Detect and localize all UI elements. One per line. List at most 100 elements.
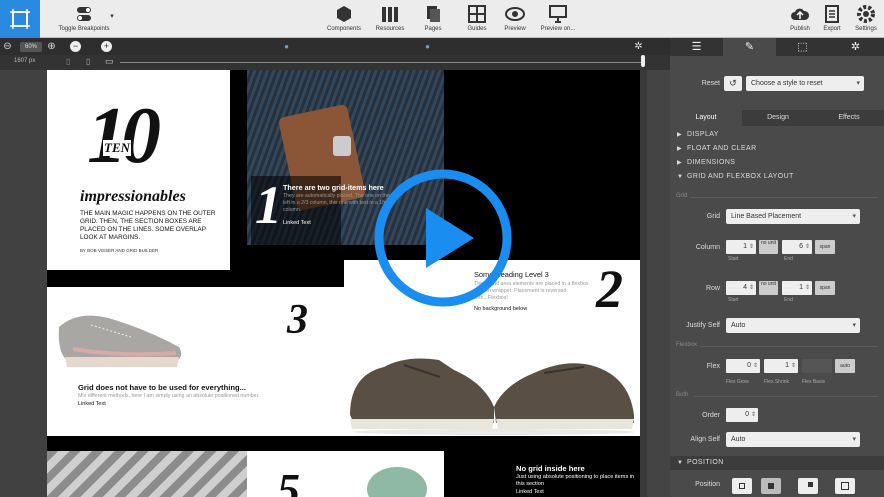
remove-breakpoint-icon[interactable]: − xyxy=(70,41,81,52)
striped-photo-panel[interactable] xyxy=(47,451,247,497)
settings-button[interactable]: Settings xyxy=(852,3,880,37)
play-video-icon[interactable] xyxy=(373,168,513,308)
tab-assets[interactable]: ⬚ xyxy=(776,38,829,56)
zoom-out-icon[interactable]: ⊖ xyxy=(2,41,13,52)
app-logo-button[interactable] xyxy=(0,0,40,38)
position-relative-button[interactable] xyxy=(761,478,781,494)
column-label: Column xyxy=(695,244,720,251)
design-canvas[interactable]: 10 TEN impressionables THE MAIN MAGIC HA… xyxy=(47,70,640,497)
position-static-icon xyxy=(739,483,745,489)
pink-shoe-image xyxy=(58,315,182,367)
position-absolute-button[interactable] xyxy=(798,478,818,494)
flex-grow-caption: Flex Grow xyxy=(726,379,749,385)
grid-header: Grid xyxy=(676,193,688,199)
big-number-10: 10 xyxy=(87,92,161,180)
row-end-input[interactable]: 1 xyxy=(782,281,812,295)
grid-items-link[interactable]: Linked Text xyxy=(283,220,311,226)
divider xyxy=(694,396,878,397)
tab-navigator[interactable]: ☰ xyxy=(670,38,723,56)
breakpoint-settings-icon[interactable]: ✲ xyxy=(633,41,644,52)
big-number-3: 3 xyxy=(287,297,308,343)
section-grid-flexbox-label: GRID AND FLEXBOX LAYOUT xyxy=(687,173,794,180)
intro-panel[interactable]: 10 TEN impressionables THE MAIN MAGIC HA… xyxy=(47,70,230,270)
position-relative-icon xyxy=(768,483,774,489)
grid-mode-select[interactable]: Line Based Placement xyxy=(726,209,860,224)
tab-style[interactable]: ✎ xyxy=(723,38,776,56)
eye-icon xyxy=(505,7,525,21)
reset-icon[interactable]: ↺ xyxy=(724,76,742,91)
width-handle[interactable] xyxy=(641,55,645,67)
breakpoint-marker[interactable]: ● xyxy=(422,41,433,52)
grid-not-required-link[interactable]: Linked Text xyxy=(78,401,106,407)
toggle-icon xyxy=(77,7,91,21)
grid-not-required-title: Grid does not have to be used for everyt… xyxy=(78,383,246,392)
justify-self-select[interactable]: Auto xyxy=(726,318,860,333)
column-start-unit[interactable]: no unit xyxy=(759,240,778,254)
flex-grow-input[interactable]: 0 xyxy=(726,359,760,373)
row-span-button[interactable]: span xyxy=(815,281,835,295)
no-grid-panel[interactable]: No grid inside here Just using absolute … xyxy=(444,451,640,497)
column-end-input[interactable]: 6 xyxy=(782,240,812,254)
preview-button[interactable]: Preview xyxy=(500,3,530,37)
align-self-select[interactable]: Auto xyxy=(726,432,860,447)
zoom-in-icon[interactable]: ⊕ xyxy=(46,41,57,52)
resources-button[interactable]: Resources xyxy=(370,3,410,37)
position-fixed-button[interactable] xyxy=(835,478,855,494)
flex-basis-input[interactable] xyxy=(802,359,832,373)
section-grid-flexbox[interactable]: ▼ GRID AND FLEXBOX LAYOUT xyxy=(677,173,794,180)
flex-shrink-input[interactable]: 1 xyxy=(764,359,798,373)
add-breakpoint-icon[interactable]: + xyxy=(101,41,112,52)
row-start-unit[interactable]: no unit xyxy=(759,281,778,295)
tablet-icon[interactable]: ▯ xyxy=(86,57,90,66)
guides-button[interactable]: Guides xyxy=(460,3,494,37)
settings-label: Settings xyxy=(855,26,877,32)
caret-right-icon: ▶ xyxy=(677,132,683,138)
menu-icon: ☰ xyxy=(691,41,702,53)
export-button[interactable]: Export xyxy=(820,3,844,37)
components-button[interactable]: Components xyxy=(322,3,366,37)
panel-tabs: ☰ ✎ ⬚ ✲ xyxy=(670,38,884,56)
subtab-effects[interactable]: Effects xyxy=(814,110,884,126)
zoom-level[interactable]: 60% xyxy=(20,42,42,52)
row-end-caption: End xyxy=(784,297,793,303)
pointer-icon: ⬚ xyxy=(797,41,808,53)
column-span-button[interactable]: span xyxy=(815,240,835,254)
pages-button[interactable]: Pages xyxy=(416,3,450,37)
flexbox-header: Flexbox xyxy=(676,342,698,348)
preview-on-label: Preview on... xyxy=(540,26,576,32)
big-number-5: 5 xyxy=(277,464,300,497)
tab-settings[interactable]: ✲ xyxy=(829,38,882,56)
phone-icon[interactable]: ▯ xyxy=(66,57,70,66)
export-label: Export xyxy=(823,26,841,32)
section-float[interactable]: ▶ FLOAT AND CLEAR xyxy=(677,145,757,152)
desktop-icon[interactable]: ▭ xyxy=(105,56,114,67)
grid-not-required-panel[interactable]: 3 Grid does not have to be used for ever… xyxy=(47,287,344,436)
preview-on-button[interactable]: Preview on... xyxy=(536,3,580,37)
section-position[interactable]: ▼ POSITION xyxy=(677,459,724,466)
row-start-input[interactable]: 4 xyxy=(726,281,756,295)
cloud-upload-icon xyxy=(791,8,810,20)
order-input[interactable]: 0 xyxy=(726,408,758,422)
column-end-caption: End xyxy=(784,256,793,262)
big-number-2: 2 xyxy=(596,260,623,319)
position-static-button[interactable] xyxy=(732,478,752,494)
section-dimensions[interactable]: ▶ DIMENSIONS xyxy=(677,159,735,166)
canvas-side-strip xyxy=(647,70,670,497)
subtab-design[interactable]: Design xyxy=(742,110,814,126)
column-start-input[interactable]: 1 xyxy=(726,240,756,254)
no-grid-link[interactable]: Linked Text xyxy=(516,489,544,495)
row-start-caption: Start xyxy=(728,297,739,303)
publish-button[interactable]: Publish xyxy=(787,3,813,37)
reset-style-select[interactable]: Choose a style to reset xyxy=(746,76,864,91)
canvas-scrollbar[interactable] xyxy=(640,70,647,497)
flex-basis-unit[interactable]: auto xyxy=(835,359,855,373)
breakpoint-marker[interactable]: ● xyxy=(281,41,292,52)
section-display[interactable]: ▶ DISPLAY xyxy=(677,131,719,138)
hat-photo-panel[interactable]: 5 xyxy=(247,451,444,497)
gear-icon xyxy=(857,5,875,23)
row-label: Row xyxy=(705,285,720,292)
justify-self-label: Justify Self xyxy=(686,322,720,329)
subtab-layout[interactable]: Layout xyxy=(670,110,742,126)
position-fixed-icon xyxy=(841,482,849,490)
brush-icon: ✎ xyxy=(744,41,755,53)
